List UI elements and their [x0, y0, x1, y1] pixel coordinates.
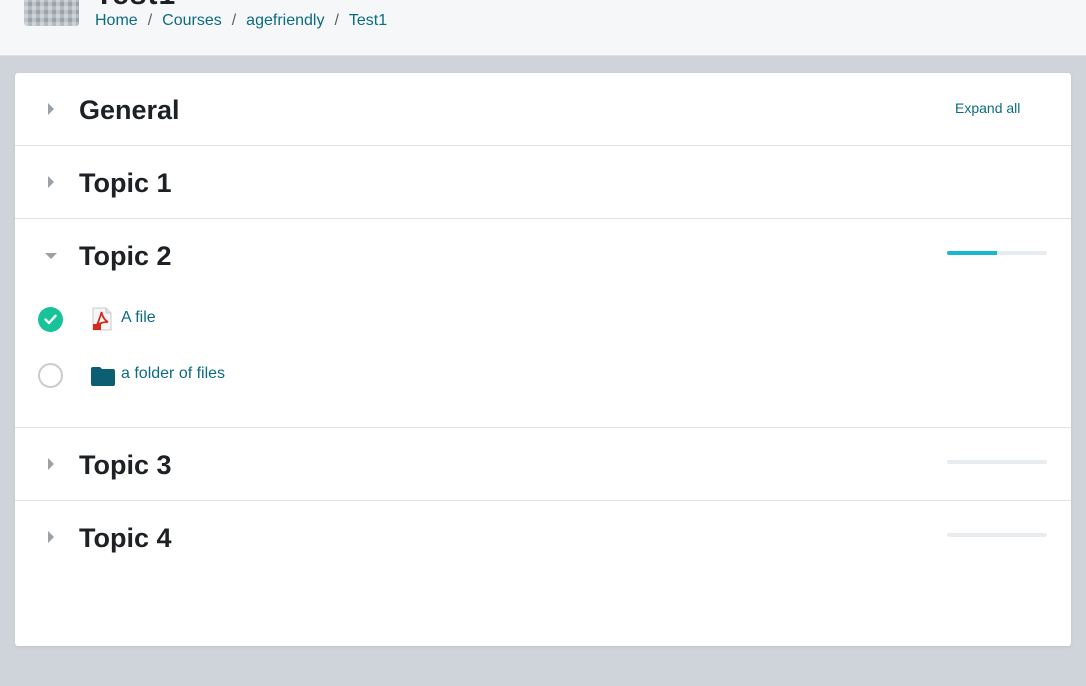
pdf-icon: [91, 307, 113, 336]
breadcrumb: Home / Courses / agefriendly / Test1: [95, 10, 387, 32]
completion-unchecked-icon[interactable]: [38, 363, 63, 388]
section-topic-2: Topic 2 A file a folder of files: [15, 219, 1071, 428]
caret-right-icon[interactable]: [48, 176, 54, 188]
caret-right-icon[interactable]: [48, 458, 54, 470]
expand-all-link[interactable]: Expand all: [955, 100, 1020, 116]
folder-icon: [91, 367, 115, 391]
section-progress-bar: [947, 251, 1047, 255]
breadcrumb-separator: /: [231, 12, 237, 29]
completion-checked-icon[interactable]: [38, 307, 63, 332]
breadcrumb-home[interactable]: Home: [95, 12, 138, 30]
section-topic-1: Topic 1: [15, 146, 1071, 219]
section-general: General Expand all: [15, 73, 1071, 146]
course-content: General Expand all Topic 1 Topic 2 A fil…: [15, 73, 1071, 646]
section-title[interactable]: Topic 3: [79, 450, 172, 481]
breadcrumb-courses[interactable]: Courses: [162, 12, 222, 30]
page-header: Test1 Home / Courses / agefriendly / Tes…: [0, 0, 1086, 56]
breadcrumb-separator: /: [147, 12, 153, 29]
section-progress-bar: [947, 533, 1047, 537]
breadcrumb-category[interactable]: agefriendly: [246, 12, 324, 30]
caret-right-icon[interactable]: [48, 103, 54, 115]
activity-link[interactable]: a folder of files: [121, 365, 225, 383]
section-progress-bar: [947, 460, 1047, 464]
activity-link[interactable]: A file: [121, 309, 156, 327]
caret-down-icon[interactable]: [45, 253, 57, 259]
breadcrumb-separator: /: [334, 12, 339, 29]
section-title[interactable]: Topic 2: [79, 241, 172, 272]
section-progress-fill: [947, 251, 997, 255]
section-topic-3: Topic 3: [15, 428, 1071, 501]
section-title[interactable]: Topic 4: [79, 523, 172, 554]
activity-item: a folder of files: [15, 355, 1071, 395]
section-topic-4: Topic 4: [15, 501, 1071, 573]
caret-right-icon[interactable]: [48, 531, 54, 543]
activity-item: A file: [15, 299, 1071, 339]
section-title[interactable]: General: [79, 95, 180, 126]
breadcrumb-course[interactable]: Test1: [349, 12, 387, 30]
section-title[interactable]: Topic 1: [79, 168, 172, 199]
course-image: [24, 0, 79, 26]
